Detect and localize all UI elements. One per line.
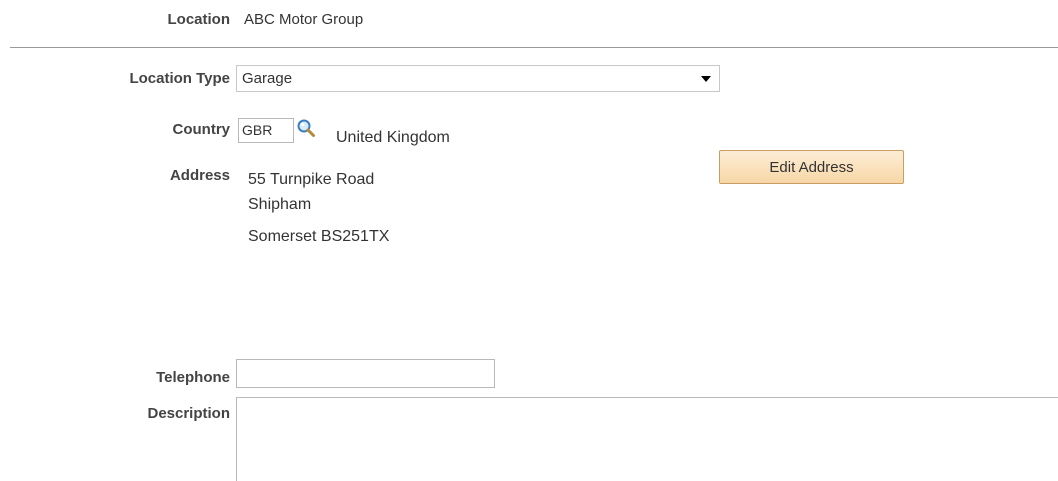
chevron-down-icon[interactable] xyxy=(701,76,711,82)
search-icon[interactable] xyxy=(296,118,316,138)
country-name: United Kingdom xyxy=(336,129,450,146)
country-label: Country xyxy=(172,121,231,138)
address-line-2: Shipham xyxy=(248,196,312,213)
description-label: Description xyxy=(147,405,230,422)
telephone-input[interactable] xyxy=(236,359,495,388)
address-line-3: Somerset BS251TX xyxy=(248,228,390,245)
location-label: Location xyxy=(167,11,231,28)
address-line-1: 55 Turnpike Road xyxy=(248,171,375,188)
location-type-selected-value: Garage xyxy=(242,70,293,87)
location-form: Location ABC Motor Group Location Type G… xyxy=(0,0,1058,481)
edit-address-button[interactable]: Edit Address xyxy=(719,150,904,184)
header-divider xyxy=(10,47,1058,48)
address-label: Address xyxy=(169,167,230,184)
telephone-label: Telephone xyxy=(156,369,230,386)
description-textarea[interactable] xyxy=(236,397,1058,481)
location-type-label: Location Type xyxy=(129,70,230,87)
location-type-select[interactable]: Garage xyxy=(236,65,720,92)
country-code-value: GBR xyxy=(242,122,273,138)
country-code-input[interactable]: GBR xyxy=(238,118,294,143)
location-value: ABC Motor Group xyxy=(244,11,364,28)
